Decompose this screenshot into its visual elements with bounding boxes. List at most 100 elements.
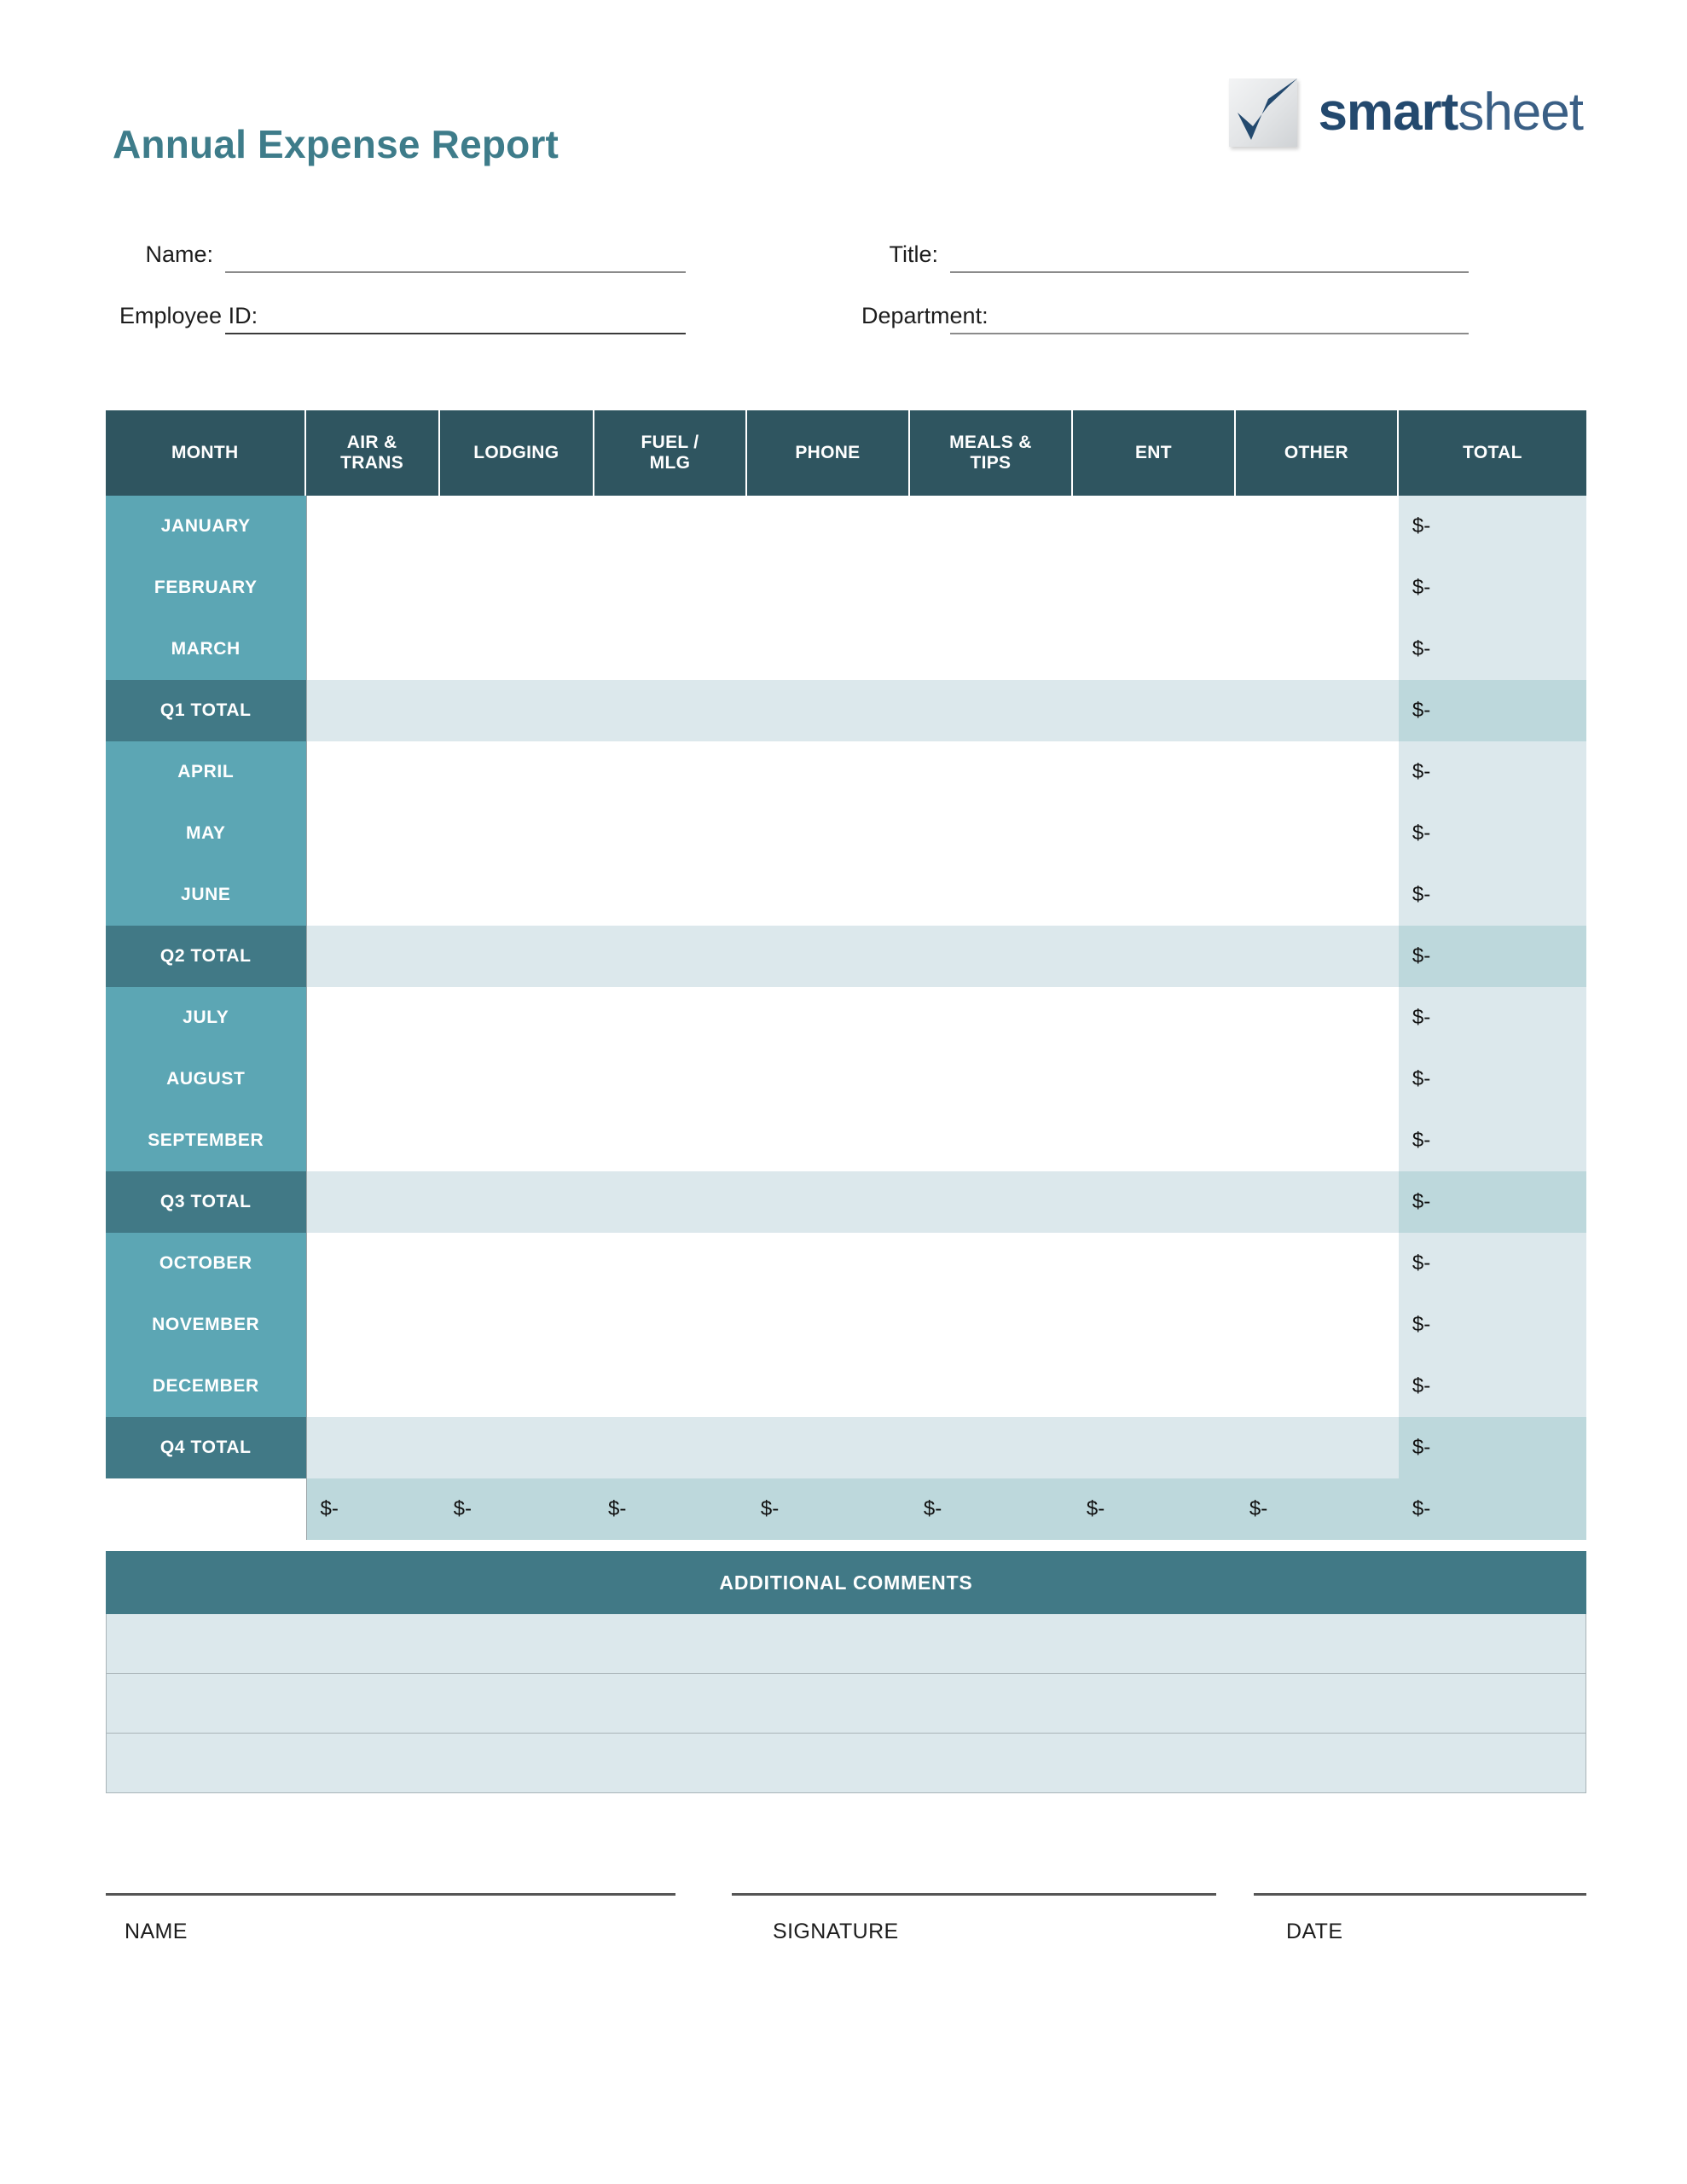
expense-input-cell[interactable]: [439, 926, 594, 987]
expense-input-cell[interactable]: [1235, 1233, 1399, 1294]
expense-input-cell[interactable]: [594, 803, 747, 864]
expense-input-cell[interactable]: [909, 680, 1073, 741]
expense-input-cell[interactable]: [746, 803, 910, 864]
expense-input-cell[interactable]: [594, 619, 747, 680]
expense-input-cell[interactable]: [909, 496, 1073, 557]
expense-input-cell[interactable]: [909, 1048, 1073, 1110]
expense-input-cell[interactable]: [746, 1171, 910, 1233]
expense-input-cell[interactable]: [909, 1233, 1073, 1294]
name-input[interactable]: [225, 239, 686, 273]
expense-input-cell[interactable]: [1072, 1417, 1236, 1478]
expense-input-cell[interactable]: [305, 1110, 440, 1171]
expense-input-cell[interactable]: [909, 864, 1073, 926]
expense-input-cell[interactable]: [746, 926, 910, 987]
expense-input-cell[interactable]: [594, 1110, 747, 1171]
expense-input-cell[interactable]: [439, 1417, 594, 1478]
expense-input-cell[interactable]: [305, 619, 440, 680]
expense-input-cell[interactable]: [1235, 864, 1399, 926]
expense-input-cell[interactable]: [439, 1171, 594, 1233]
expense-input-cell[interactable]: [1072, 803, 1236, 864]
date-signature-line[interactable]: [1254, 1892, 1586, 1896]
expense-input-cell[interactable]: [439, 1048, 594, 1110]
expense-input-cell[interactable]: [305, 557, 440, 619]
expense-input-cell[interactable]: [909, 803, 1073, 864]
expense-input-cell[interactable]: [439, 1294, 594, 1356]
expense-input-cell[interactable]: [305, 1417, 440, 1478]
expense-input-cell[interactable]: [594, 557, 747, 619]
expense-input-cell[interactable]: [594, 926, 747, 987]
expense-input-cell[interactable]: [746, 1233, 910, 1294]
expense-input-cell[interactable]: [1235, 680, 1399, 741]
expense-input-cell[interactable]: [746, 557, 910, 619]
expense-input-cell[interactable]: [594, 741, 747, 803]
expense-input-cell[interactable]: [439, 987, 594, 1048]
expense-input-cell[interactable]: [439, 1356, 594, 1417]
expense-input-cell[interactable]: [909, 1417, 1073, 1478]
expense-input-cell[interactable]: [1235, 987, 1399, 1048]
expense-input-cell[interactable]: [1235, 1356, 1399, 1417]
expense-input-cell[interactable]: [594, 1294, 747, 1356]
expense-input-cell[interactable]: [594, 987, 747, 1048]
expense-input-cell[interactable]: [594, 680, 747, 741]
expense-input-cell[interactable]: [909, 741, 1073, 803]
expense-input-cell[interactable]: [1235, 496, 1399, 557]
expense-input-cell[interactable]: [746, 1417, 910, 1478]
expense-input-cell[interactable]: [305, 496, 440, 557]
signature-line[interactable]: [732, 1892, 1216, 1896]
expense-input-cell[interactable]: [1235, 1048, 1399, 1110]
expense-input-cell[interactable]: [746, 1110, 910, 1171]
expense-input-cell[interactable]: [594, 496, 747, 557]
expense-input-cell[interactable]: [746, 1356, 910, 1417]
expense-input-cell[interactable]: [909, 1171, 1073, 1233]
expense-input-cell[interactable]: [305, 864, 440, 926]
expense-input-cell[interactable]: [594, 1417, 747, 1478]
expense-input-cell[interactable]: [1072, 1356, 1236, 1417]
expense-input-cell[interactable]: [1072, 619, 1236, 680]
expense-input-cell[interactable]: [305, 987, 440, 1048]
comment-line[interactable]: [106, 1734, 1586, 1793]
expense-input-cell[interactable]: [1235, 1171, 1399, 1233]
expense-input-cell[interactable]: [1072, 1233, 1236, 1294]
expense-input-cell[interactable]: [305, 1233, 440, 1294]
expense-input-cell[interactable]: [594, 1233, 747, 1294]
expense-input-cell[interactable]: [439, 741, 594, 803]
expense-input-cell[interactable]: [1072, 1110, 1236, 1171]
expense-input-cell[interactable]: [909, 1356, 1073, 1417]
expense-input-cell[interactable]: [1235, 1417, 1399, 1478]
expense-input-cell[interactable]: [305, 1171, 440, 1233]
expense-input-cell[interactable]: [1072, 680, 1236, 741]
expense-input-cell[interactable]: [439, 864, 594, 926]
expense-input-cell[interactable]: [439, 496, 594, 557]
expense-input-cell[interactable]: [305, 803, 440, 864]
expense-input-cell[interactable]: [746, 987, 910, 1048]
expense-input-cell[interactable]: [305, 1294, 440, 1356]
expense-input-cell[interactable]: [746, 864, 910, 926]
expense-input-cell[interactable]: [594, 864, 747, 926]
expense-input-cell[interactable]: [909, 619, 1073, 680]
expense-input-cell[interactable]: [594, 1171, 747, 1233]
expense-input-cell[interactable]: [909, 557, 1073, 619]
expense-input-cell[interactable]: [305, 1356, 440, 1417]
expense-input-cell[interactable]: [1235, 803, 1399, 864]
expense-input-cell[interactable]: [305, 680, 440, 741]
expense-input-cell[interactable]: [439, 619, 594, 680]
expense-input-cell[interactable]: [1072, 1048, 1236, 1110]
employee-id-input[interactable]: [225, 300, 686, 334]
expense-input-cell[interactable]: [1072, 557, 1236, 619]
expense-input-cell[interactable]: [909, 987, 1073, 1048]
expense-input-cell[interactable]: [594, 1048, 747, 1110]
expense-input-cell[interactable]: [1235, 557, 1399, 619]
expense-input-cell[interactable]: [1072, 926, 1236, 987]
department-input[interactable]: [950, 300, 1469, 334]
expense-input-cell[interactable]: [594, 1356, 747, 1417]
expense-input-cell[interactable]: [305, 741, 440, 803]
expense-input-cell[interactable]: [909, 926, 1073, 987]
expense-input-cell[interactable]: [1072, 496, 1236, 557]
expense-input-cell[interactable]: [746, 741, 910, 803]
title-input[interactable]: [950, 239, 1469, 273]
expense-input-cell[interactable]: [909, 1110, 1073, 1171]
expense-input-cell[interactable]: [1072, 741, 1236, 803]
expense-input-cell[interactable]: [746, 1048, 910, 1110]
expense-input-cell[interactable]: [305, 1048, 440, 1110]
expense-input-cell[interactable]: [746, 496, 910, 557]
